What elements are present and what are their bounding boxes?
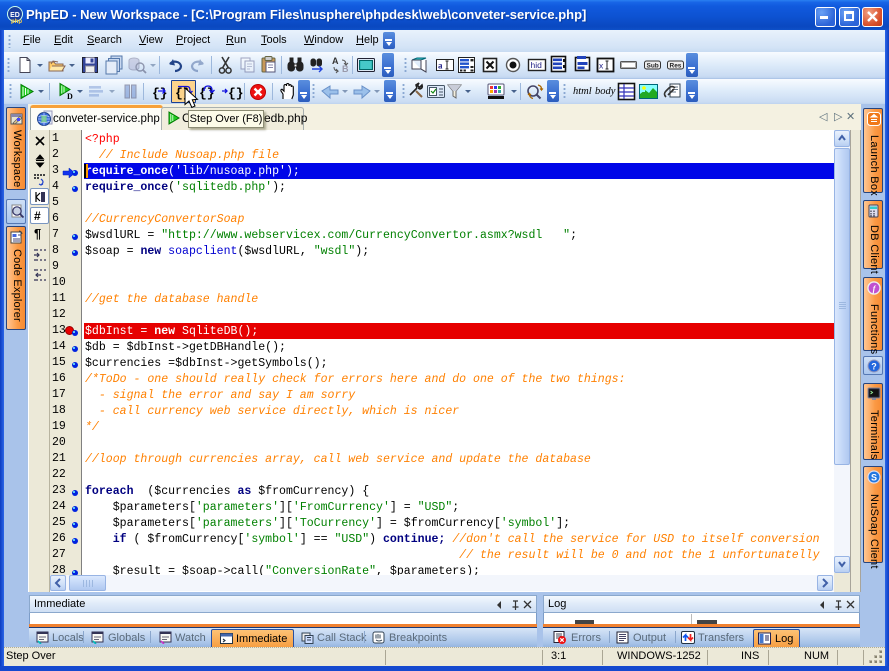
svg-text:B: B	[342, 64, 349, 74]
svg-text:hid: hid	[531, 60, 543, 70]
svg-text:?: ?	[871, 362, 877, 372]
svg-text:a: a	[438, 61, 443, 71]
svg-text:A: A	[332, 56, 339, 66]
svg-text:{}: {}	[152, 86, 168, 101]
svg-text:Res: Res	[670, 63, 682, 70]
svg-text:S: S	[871, 473, 877, 483]
svg-text:{}: {}	[228, 86, 243, 101]
svg-text:D: D	[67, 92, 73, 101]
svg-text:php: php	[11, 19, 22, 24]
svg-text:ED: ED	[10, 12, 20, 19]
svg-text:Sub: Sub	[647, 63, 659, 70]
